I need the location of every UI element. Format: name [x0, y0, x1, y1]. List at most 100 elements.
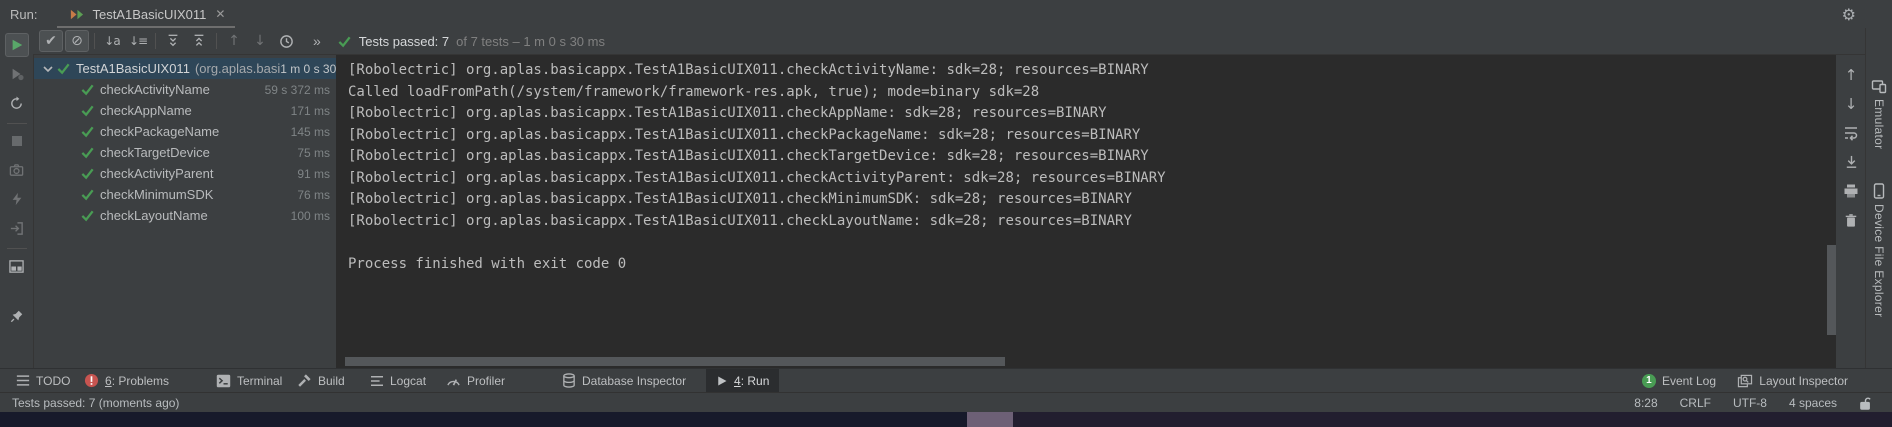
stop-process-icon — [5, 129, 29, 153]
tool-window-button-event-log[interactable]: 1 Event Log — [1638, 369, 1720, 392]
android-test-config-icon — [67, 5, 85, 23]
show-passed-icon[interactable]: ✔ — [39, 30, 63, 52]
test-summary: Tests passed: 7 of 7 tests – 1 m 0 s 30 … — [337, 34, 605, 49]
event-log-badge: 1 — [1642, 374, 1656, 388]
restore-layout-icon[interactable] — [5, 254, 29, 278]
windows-taskbar-strip — [0, 412, 1892, 427]
scroll-to-end-icon[interactable] — [1842, 153, 1860, 171]
test-row[interactable]: checkAppName 171 ms — [34, 100, 336, 121]
collapse-all-icon[interactable] — [187, 30, 211, 52]
tool-window-button-logcat[interactable]: Logcat — [366, 369, 430, 392]
suite-duration: 1 m 0 s 30 ms — [280, 62, 336, 76]
tool-window-button-todo[interactable]: TODO — [12, 369, 74, 392]
console-line: Process finished with exit code 0 — [348, 256, 1836, 278]
terminal-label: Terminal — [237, 374, 282, 388]
test-passed-icon — [80, 187, 96, 202]
run-configuration-tab[interactable]: TestA1BasicUIX011 ✕ — [57, 0, 235, 28]
divider — [7, 248, 27, 249]
tool-window-button-terminal[interactable]: Terminal — [212, 369, 286, 392]
test-duration: 171 ms — [291, 104, 336, 118]
test-row[interactable]: checkActivityParent 91 ms — [34, 163, 336, 184]
run-label: 4: Run — [734, 374, 769, 388]
test-duration: 75 ms — [297, 146, 336, 160]
tests-passed-icon — [337, 34, 352, 49]
pin-tab-icon[interactable] — [5, 304, 29, 328]
root-suite-name: TestA1BasicUIX011 — [76, 61, 190, 76]
test-history-icon[interactable] — [274, 30, 298, 52]
scroll-down-icon[interactable]: ↓ — [1842, 95, 1860, 113]
tool-window-button-problems[interactable]: 6: Problems — [80, 369, 173, 392]
console-line: [Robolectric] org.aplas.basicappx.TestA1… — [348, 170, 1836, 192]
more-actions-icon[interactable]: » — [313, 33, 321, 49]
taskbar-slider — [967, 412, 1013, 427]
attach-to-process-icon — [5, 216, 29, 240]
expand-all-icon[interactable] — [161, 30, 185, 52]
tool-window-button-emulator[interactable]: Emulator — [1871, 78, 1887, 149]
tool-window-button-build[interactable]: Build — [293, 369, 349, 392]
tool-window-button-run[interactable]: 4: Run — [706, 369, 779, 392]
run-play-icon — [716, 375, 728, 387]
layout-inspector-label: Layout Inspector — [1759, 374, 1848, 388]
test-passed-icon — [56, 61, 72, 76]
sort-alphabetically-icon[interactable]: ↓a — [100, 30, 124, 52]
test-row[interactable]: checkPackageName 145 ms — [34, 121, 336, 142]
test-row[interactable]: checkLayoutName 100 ms — [34, 205, 336, 226]
tool-window-button-layout-inspector[interactable]: Layout Inspector — [1733, 369, 1852, 392]
file-encoding[interactable]: UTF-8 — [1733, 396, 1767, 410]
test-name: checkMinimumSDK — [100, 187, 213, 202]
test-duration: 100 ms — [291, 209, 336, 223]
rerun-tests-button[interactable] — [5, 33, 29, 57]
logcat-icon — [370, 375, 384, 387]
test-name: checkTargetDevice — [100, 145, 210, 160]
tree-root-row[interactable]: TestA1BasicUIX011 (org.aplas.basi 1 m 0 … — [34, 58, 336, 79]
caret-position[interactable]: 8:28 — [1634, 396, 1657, 410]
line-separator[interactable]: CRLF — [1680, 396, 1711, 410]
lock-open-icon[interactable] — [1859, 396, 1872, 410]
horizontal-scrollbar[interactable] — [345, 357, 1005, 366]
terminal-icon — [216, 374, 231, 388]
run-console-output[interactable]: [Robolectric] org.aplas.basicappx.TestA1… — [339, 55, 1836, 368]
emulator-icon — [1871, 78, 1887, 94]
scroll-up-icon[interactable]: ↑ — [1842, 66, 1860, 84]
test-name: checkPackageName — [100, 124, 219, 139]
console-line: [Robolectric] org.aplas.basicappx.TestA1… — [348, 148, 1836, 170]
console-line: [Robolectric] org.aplas.basicappx.TestA1… — [348, 213, 1836, 235]
gear-icon[interactable]: ⚙ — [1842, 5, 1856, 24]
test-name: checkAppName — [100, 103, 192, 118]
right-tool-window-stripe: Emulator Device File Explorer — [1865, 28, 1892, 392]
soft-wrap-icon[interactable] — [1842, 124, 1860, 142]
next-occurrence-icon: ↓ — [248, 30, 272, 52]
tool-window-button-database-inspector[interactable]: Database Inspector — [558, 369, 690, 392]
sort-by-duration-icon[interactable]: ↓≡ — [126, 30, 150, 52]
print-icon[interactable] — [1842, 182, 1860, 200]
tool-window-bar: TODO 6: Problems Terminal Build Logcat P… — [0, 368, 1892, 392]
database-icon — [562, 373, 576, 388]
clear-console-trash-icon[interactable] — [1842, 211, 1860, 229]
summary-detail-text: of 7 tests – 1 m 0 s 30 ms — [456, 34, 605, 49]
thread-dump-icon — [5, 187, 29, 211]
tool-window-button-profiler[interactable]: Profiler — [442, 369, 509, 392]
console-line — [348, 234, 1836, 256]
problems-error-icon — [84, 373, 99, 388]
indent-setting[interactable]: 4 spaces — [1789, 396, 1837, 410]
toggle-auto-test-icon[interactable] — [5, 91, 29, 115]
chevron-down-icon[interactable] — [40, 61, 56, 77]
test-row[interactable]: checkActivityName 59 s 372 ms — [34, 79, 336, 100]
todo-list-icon — [16, 374, 30, 387]
tab-title: TestA1BasicUIX011 — [92, 7, 206, 22]
tool-window-button-device-file-explorer[interactable]: Device File Explorer — [1872, 183, 1886, 317]
device-file-explorer-label: Device File Explorer — [1872, 204, 1886, 317]
divider — [216, 33, 217, 49]
run-tool-window-header: Run: TestA1BasicUIX011 ✕ ⚙ — [0, 0, 1892, 28]
test-row[interactable]: checkMinimumSDK 76 ms — [34, 184, 336, 205]
screenshot-camera-icon[interactable] — [5, 158, 29, 182]
test-runner-toolbar: ✔ ⊘ ↓a ↓≡ ↑ ↓ » Tests passed: 7 of 7 tes… — [33, 28, 1892, 55]
vertical-scrollbar[interactable] — [1827, 245, 1836, 335]
todo-label: TODO — [36, 374, 70, 388]
show-ignored-icon[interactable]: ⊘ — [65, 30, 89, 52]
test-passed-icon — [80, 208, 96, 223]
rerun-failed-tests-icon[interactable] — [5, 62, 29, 86]
close-tab-icon[interactable]: ✕ — [215, 7, 225, 21]
test-row[interactable]: checkTargetDevice 75 ms — [34, 142, 336, 163]
test-passed-icon — [80, 145, 96, 160]
